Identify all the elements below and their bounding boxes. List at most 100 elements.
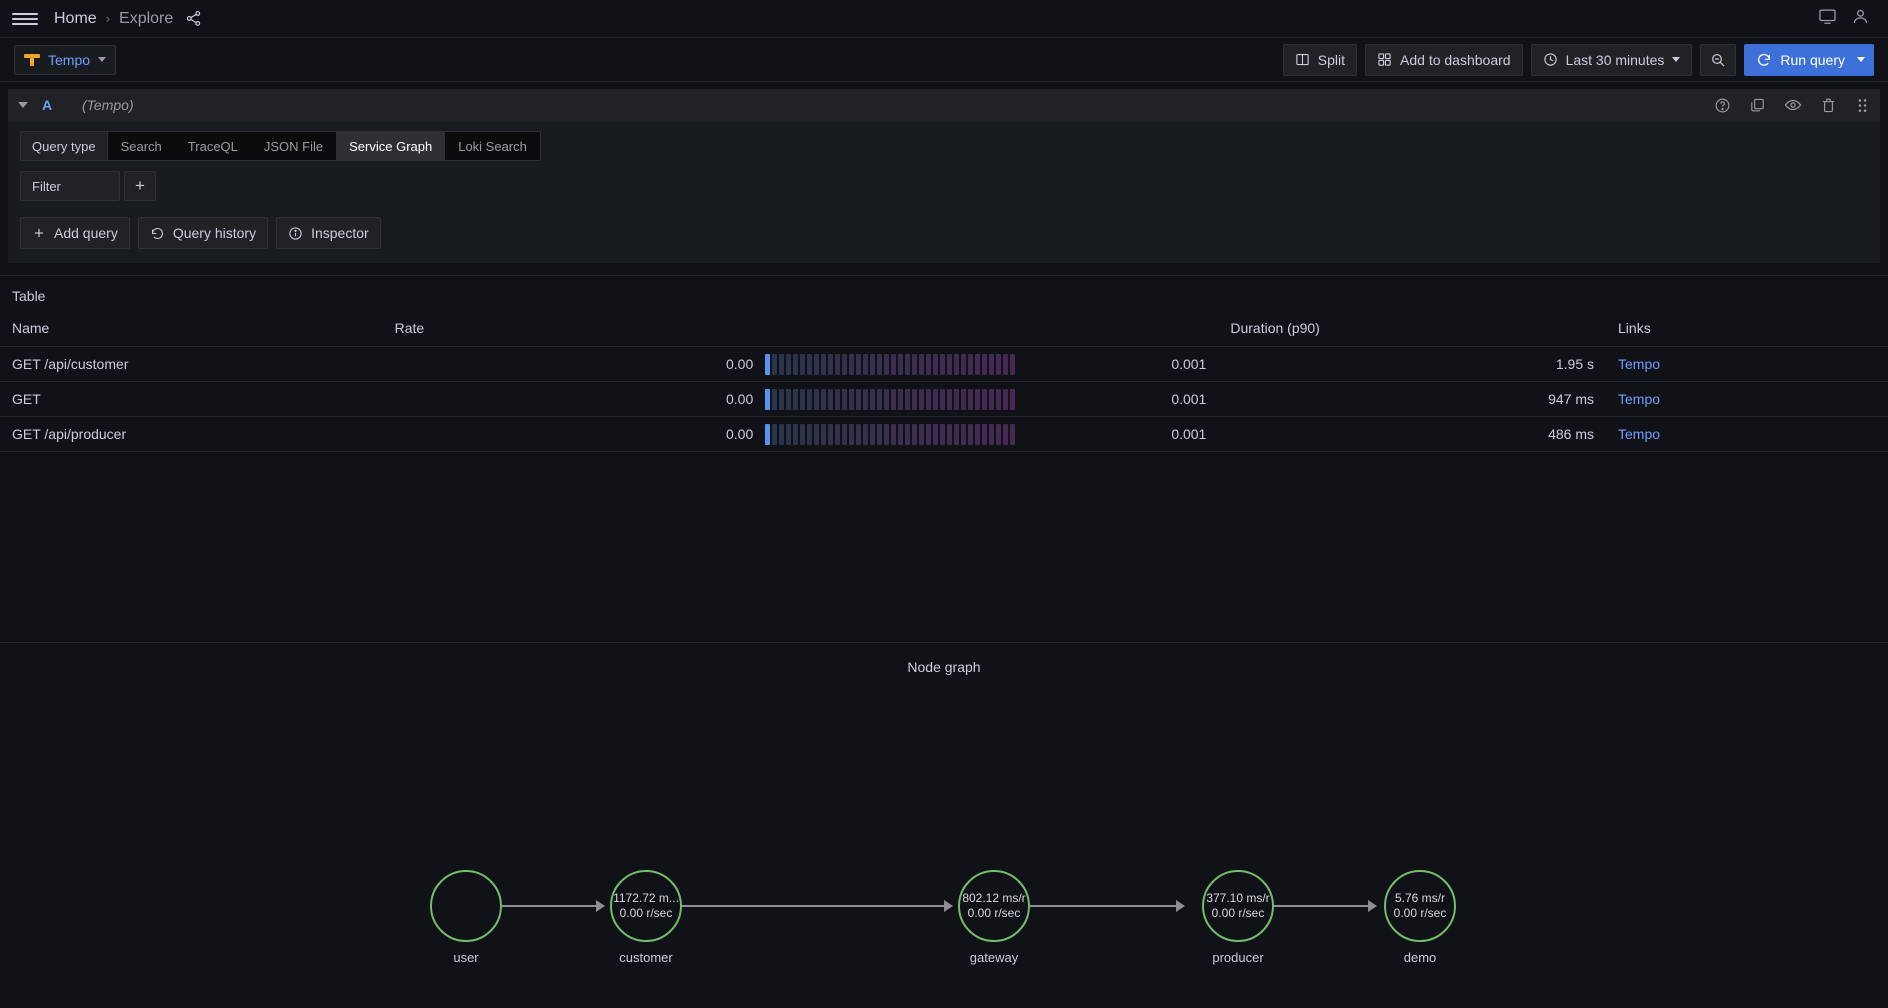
share-icon[interactable] (185, 10, 202, 27)
gauge-segment (828, 389, 833, 410)
node-circle[interactable]: 377.10 ms/r 0.00 r/sec (1202, 870, 1274, 942)
gauge-segment (1010, 389, 1015, 410)
table-row[interactable]: GET /api/customer 0.00 0.001 1.95 s Temp… (0, 347, 1888, 382)
gauge-segment (933, 389, 938, 410)
query-type-option-traceql[interactable]: TraceQL (175, 132, 251, 160)
gauge-segment (968, 354, 973, 375)
duplicate-icon[interactable] (1749, 97, 1766, 114)
cell-gauge-value: 0.001 (1138, 417, 1219, 452)
gauge-segment (982, 354, 987, 375)
menu-toggle-icon[interactable] (12, 9, 38, 29)
node-graph-node-demo[interactable]: 5.76 ms/r 0.00 r/sec demo (1384, 870, 1456, 942)
node-label: demo (1384, 950, 1456, 965)
node-stat-rate: 0.00 r/sec (1394, 906, 1447, 921)
breadcrumb-item-home[interactable]: Home (54, 10, 97, 28)
column-header-rate[interactable]: Rate (383, 314, 766, 347)
gauge-segment (863, 389, 868, 410)
tempo-link[interactable]: Tempo (1618, 391, 1660, 407)
run-query-button[interactable]: Run query (1744, 44, 1874, 76)
split-button[interactable]: Split (1283, 44, 1357, 76)
table-row[interactable]: GET 0.00 0.001 947 ms Tempo (0, 382, 1888, 417)
cell-duration: 947 ms (1218, 382, 1606, 417)
gauge-segment (821, 389, 826, 410)
query-type-option-search[interactable]: Search (108, 132, 175, 160)
cell-link: Tempo (1606, 382, 1888, 417)
toolbar-actions: Split Add to dashboard Last 30 minutes (1283, 44, 1874, 76)
gauge-segment (891, 389, 896, 410)
gauge-segment (863, 354, 868, 375)
help-icon[interactable] (1714, 97, 1731, 114)
column-header-links[interactable]: Links (1606, 314, 1888, 347)
history-icon (150, 226, 165, 241)
collapse-chevron-icon[interactable] (18, 102, 28, 108)
column-header-name[interactable]: Name (0, 314, 383, 347)
explore-toolbar: Tempo Split Add to dashboard Last 30 min… (0, 38, 1888, 82)
node-stat-rate: 0.00 r/sec (968, 906, 1021, 921)
gauge-segment (1003, 354, 1008, 375)
gauge-segment (926, 354, 931, 375)
user-avatar-icon[interactable] (1851, 7, 1870, 31)
gauge-segment (996, 424, 1001, 445)
gauge-segment (765, 354, 770, 375)
gauge-segment (772, 389, 777, 410)
query-row-actions (1714, 96, 1870, 114)
gauge-segment (779, 389, 784, 410)
zoom-out-time-button[interactable] (1700, 44, 1736, 76)
gauge-segment (828, 424, 833, 445)
cell-rate: 0.00 (383, 347, 766, 382)
add-query-button[interactable]: Add query (20, 217, 130, 249)
gauge-segment (968, 424, 973, 445)
breadcrumb: Home › Explore (54, 10, 173, 28)
column-header-duration[interactable]: Duration (p90) (1218, 314, 1606, 347)
node-label: customer (610, 950, 682, 965)
datasource-picker[interactable]: Tempo (14, 45, 116, 75)
cell-rate: 0.00 (383, 417, 766, 452)
gauge-segment (807, 354, 812, 375)
query-type-option-loki-search[interactable]: Loki Search (445, 132, 540, 160)
inspector-button[interactable]: Inspector (276, 217, 381, 249)
eye-icon[interactable] (1784, 96, 1802, 114)
node-label: gateway (958, 950, 1030, 965)
node-circle[interactable]: 802.12 ms/r 0.00 r/sec (958, 870, 1030, 942)
table-row[interactable]: GET /api/producer 0.00 0.001 486 ms Temp… (0, 417, 1888, 452)
tempo-link[interactable]: Tempo (1618, 426, 1660, 442)
gauge-segment (814, 389, 819, 410)
node-circle[interactable]: 5.76 ms/r 0.00 r/sec (1384, 870, 1456, 942)
gauge-segment (856, 354, 861, 375)
query-type-option-service-graph[interactable]: Service Graph (336, 132, 445, 160)
query-type-option-json-file[interactable]: JSON File (251, 132, 336, 160)
column-header-gauge-value (1138, 314, 1219, 347)
tempo-link[interactable]: Tempo (1618, 356, 1660, 372)
node-graph-node-producer[interactable]: 377.10 ms/r 0.00 r/sec producer (1202, 870, 1274, 942)
node-graph-canvas[interactable]: user 1172.72 m... 0.00 r/sec customer 80… (0, 845, 1888, 1008)
query-history-button[interactable]: Query history (138, 217, 268, 249)
time-range-picker[interactable]: Last 30 minutes (1531, 44, 1693, 76)
node-graph-node-customer[interactable]: 1172.72 m... 0.00 r/sec customer (610, 870, 682, 942)
gauge-segment (779, 354, 784, 375)
node-graph-node-gateway[interactable]: 802.12 ms/r 0.00 r/sec gateway (958, 870, 1030, 942)
add-to-dashboard-button[interactable]: Add to dashboard (1365, 44, 1523, 76)
node-graph-edge (682, 905, 950, 907)
trash-icon[interactable] (1820, 97, 1837, 114)
query-editor-body: Query type Search TraceQL JSON File Serv… (8, 121, 1880, 263)
query-datasource-note: (Tempo) (82, 97, 134, 113)
query-row-header: A (Tempo) (8, 89, 1880, 121)
inspector-label: Inspector (311, 225, 369, 241)
plus-icon (32, 226, 46, 240)
query-editor-pane: A (Tempo) Query type (8, 89, 1880, 263)
node-graph-node-user[interactable]: user (430, 870, 502, 942)
gauge-segment (807, 389, 812, 410)
node-circle[interactable]: 1172.72 m... 0.00 r/sec (610, 870, 682, 942)
edge-arrow-icon (1176, 900, 1185, 912)
gauge-segment (793, 354, 798, 375)
drag-handle-icon[interactable] (1855, 97, 1870, 114)
gauge-segment (842, 354, 847, 375)
monitor-icon[interactable] (1818, 7, 1837, 31)
gauge-segment (933, 424, 938, 445)
node-circle[interactable] (430, 870, 502, 942)
query-action-buttons: Add query Query history Inspector (20, 217, 1868, 249)
add-filter-button[interactable]: + (124, 171, 156, 201)
cell-duration: 1.95 s (1218, 347, 1606, 382)
breadcrumb-item-explore[interactable]: Explore (119, 10, 173, 28)
gauge-segment (870, 354, 875, 375)
